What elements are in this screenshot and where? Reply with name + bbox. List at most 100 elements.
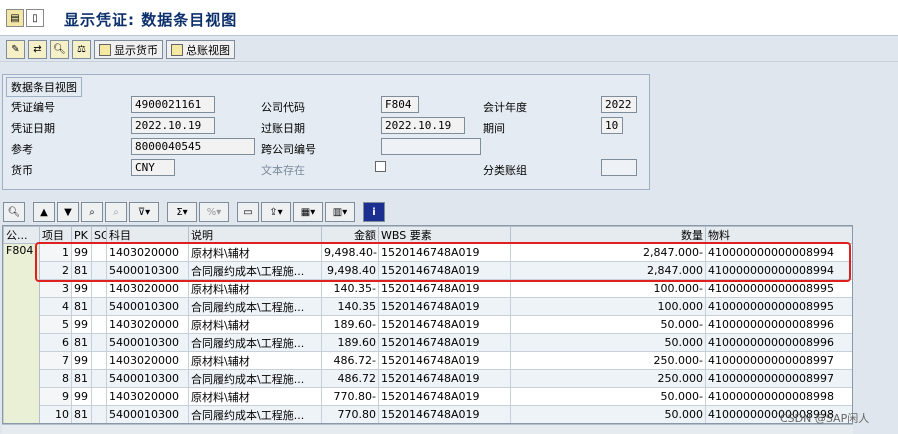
cell-wbs[interactable]: 1520146748A019 [378,351,511,370]
cell-material[interactable]: 410000000000008995 [705,297,852,316]
cell-account[interactable]: 1403020000 [106,351,189,370]
cell-item[interactable]: 8 [39,369,72,388]
cell-sg[interactable] [91,369,107,388]
text-exists-checkbox[interactable] [375,161,386,172]
reference-field[interactable]: 8000040545 [131,138,255,155]
menu-icon[interactable]: ▤ [6,9,24,27]
table-row[interactable]: 7 99 1403020000 原材料\辅材 486.72- 1520146748A019… [4,351,852,370]
table-row[interactable]: 3 99 1403020000 原材料\辅材 140.35- 1520146748A019… [4,279,852,298]
col-material[interactable]: 物料 [705,226,852,244]
fiscal-year-field[interactable]: 2022 [601,96,637,113]
cell-material[interactable]: 410000000000008997 [705,351,852,370]
cell-item[interactable]: 10 [39,405,72,423]
cell-description[interactable]: 合同履约成本\工程施... [188,297,322,316]
cell-description[interactable]: 原材料\辅材 [188,315,322,334]
print-preview-icon[interactable]: ▭ [237,202,259,222]
company-field[interactable]: F804 [381,96,419,113]
layout-icon[interactable]: ▯ [26,9,44,27]
period-field[interactable]: 10 [601,117,623,134]
cell-material[interactable]: 410000000000008995 [705,279,852,298]
filter-dropdown-icon[interactable]: ⊽▾ [129,202,159,222]
sort-ascending-icon[interactable]: ▲ [33,202,55,222]
cell-quantity[interactable]: 50.000- [510,387,706,406]
cell-amount[interactable]: 486.72- [321,351,379,370]
currency-field[interactable]: CNY [131,159,175,176]
display-currency-button[interactable]: 显示货币 [94,40,163,59]
cell-pk[interactable]: 81 [71,297,92,316]
cell-item[interactable]: 7 [39,351,72,370]
cell-sg[interactable] [91,315,107,334]
export-dropdown-icon[interactable]: ⇪▾ [261,202,291,222]
cell-wbs[interactable]: 1520146748A019 [378,387,511,406]
cell-pk[interactable]: 81 [71,369,92,388]
table-row[interactable]: 9 99 1403020000 原材料\辅材 770.80- 1520146748A019… [4,387,852,406]
cell-amount[interactable]: 189.60- [321,315,379,334]
col-pk[interactable]: PK [71,226,92,244]
cell-wbs[interactable]: 1520146748A019 [378,405,511,423]
edit-icon[interactable]: ✎ [6,40,25,59]
cell-item[interactable]: 4 [39,297,72,316]
cell-account[interactable]: 1403020000 [106,315,189,334]
cell-item[interactable]: 9 [39,387,72,406]
find-next-icon[interactable]: ⌕ [105,202,127,222]
cell-amount[interactable]: 189.60 [321,333,379,352]
cell-wbs[interactable]: 1520146748A019 [378,297,511,316]
cell-pk[interactable]: 81 [71,405,92,423]
cell-pk[interactable]: 99 [71,315,92,334]
cell-item[interactable]: 5 [39,315,72,334]
details-icon[interactable]: 🔍︎ [3,202,25,222]
cell-pk[interactable]: 99 [71,387,92,406]
cell-description[interactable]: 原材料\辅材 [188,279,322,298]
table-row[interactable]: 8 81 5400010300 合同履约成本\工程施... 486.72 15201467… [4,369,852,388]
table-row[interactable]: 4 81 5400010300 合同履约成本\工程施... 140.35 15201467… [4,297,852,316]
cell-description[interactable]: 合同履约成本\工程施... [188,405,322,423]
cell-description[interactable]: 原材料\辅材 [188,387,322,406]
cross-company-field[interactable] [381,138,481,155]
find-binoculars-icon[interactable]: ⌕ [81,202,103,222]
cell-quantity[interactable]: 250.000 [510,369,706,388]
cell-account[interactable]: 1403020000 [106,279,189,298]
display-change-icon[interactable]: ⇄ [28,40,47,59]
subtotal-dropdown-icon[interactable]: %▾ [199,202,229,222]
sort-descending-icon[interactable]: ▼ [57,202,79,222]
layout-dropdown-icon[interactable]: ▦▾ [293,202,323,222]
cell-wbs[interactable]: 1520146748A019 [378,333,511,352]
cell-account[interactable]: 5400010300 [106,297,189,316]
cell-sg[interactable] [91,405,107,423]
cell-item[interactable]: 3 [39,279,72,298]
cell-quantity[interactable]: 50.000 [510,333,706,352]
col-sg[interactable]: SG [91,226,107,244]
cell-material[interactable]: 410000000000008996 [705,315,852,334]
cell-amount[interactable]: 486.72 [321,369,379,388]
cell-quantity[interactable]: 50.000 [510,405,706,423]
table-row[interactable]: 10 81 5400010300 合同履约成本\工程施... 770.80 1520146… [4,405,852,423]
cell-pk[interactable]: 81 [71,333,92,352]
cell-account[interactable]: 5400010300 [106,333,189,352]
col-wbs[interactable]: WBS 要素 [378,226,511,244]
general-ledger-view-button[interactable]: 总账视图 [166,40,235,59]
col-quantity[interactable]: 数量 [510,226,706,244]
cell-wbs[interactable]: 1520146748A019 [378,315,511,334]
cell-description[interactable]: 合同履约成本\工程施... [188,333,322,352]
cell-account[interactable]: 5400010300 [106,369,189,388]
col-description[interactable]: 说明 [188,226,322,244]
sum-dropdown-icon[interactable]: Σ▾ [167,202,197,222]
cell-wbs[interactable]: 1520146748A019 [378,369,511,388]
cell-pk[interactable]: 99 [71,351,92,370]
col-company[interactable]: 公... [3,226,40,244]
cell-amount[interactable]: 770.80 [321,405,379,423]
taxes-icon[interactable]: ⚖ [72,40,91,59]
cell-wbs[interactable]: 1520146748A019 [378,279,511,298]
col-account[interactable]: 科目 [106,226,189,244]
ledger-group-field[interactable] [601,159,637,176]
cell-account[interactable]: 5400010300 [106,405,189,423]
cell-material[interactable]: 410000000000008998 [705,387,852,406]
cell-quantity[interactable]: 250.000- [510,351,706,370]
cell-amount[interactable]: 770.80- [321,387,379,406]
col-amount[interactable]: 金额 [321,226,379,244]
doc-date-field[interactable]: 2022.10.19 [131,117,215,134]
post-date-field[interactable]: 2022.10.19 [381,117,465,134]
col-item[interactable]: 项目 [39,226,72,244]
table-row[interactable]: 5 99 1403020000 原材料\辅材 189.60- 1520146748A019… [4,315,852,334]
cell-quantity[interactable]: 50.000- [510,315,706,334]
